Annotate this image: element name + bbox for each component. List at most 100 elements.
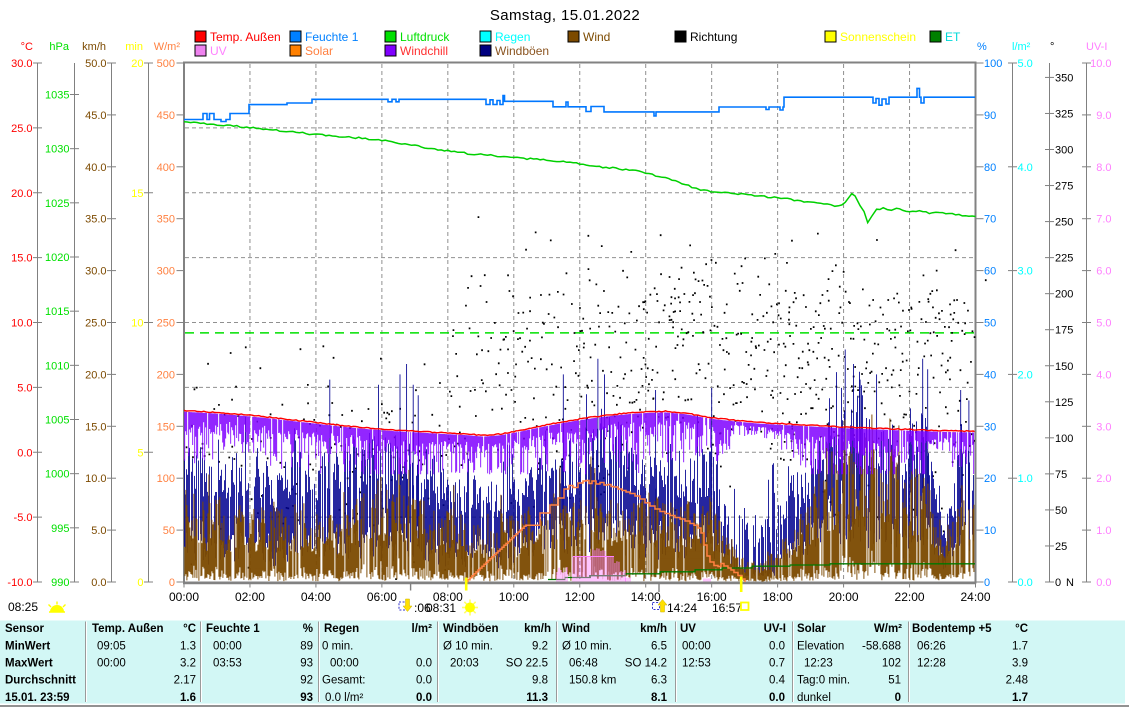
- svg-text:6.0: 6.0: [1096, 266, 1111, 278]
- svg-text:990: 990: [51, 577, 69, 589]
- svg-text:km/h: km/h: [640, 623, 667, 635]
- svg-text:1.3: 1.3: [180, 641, 196, 653]
- svg-text:km/h: km/h: [524, 623, 551, 635]
- svg-text:15.0: 15.0: [11, 253, 32, 265]
- svg-text:80: 80: [984, 162, 996, 174]
- svg-text:Regen: Regen: [324, 623, 359, 635]
- svg-text:0 min.: 0 min.: [322, 641, 353, 653]
- svg-text:8.0: 8.0: [1096, 162, 1111, 174]
- svg-text:Solar: Solar: [797, 623, 826, 635]
- svg-text:50: 50: [984, 318, 996, 330]
- svg-text:-10.0: -10.0: [7, 577, 32, 589]
- svg-text:06:00: 06:00: [367, 590, 397, 604]
- svg-text:06:26: 06:26: [917, 641, 946, 653]
- svg-text:300: 300: [1055, 145, 1073, 157]
- svg-text:100: 100: [157, 473, 175, 485]
- svg-text:93: 93: [300, 658, 313, 670]
- svg-text:10.0: 10.0: [85, 473, 106, 485]
- svg-text:Richtung: Richtung: [690, 30, 737, 44]
- svg-text:10.0: 10.0: [11, 318, 32, 330]
- svg-text:Ø 10 min.: Ø 10 min.: [562, 641, 612, 653]
- svg-text:75: 75: [1055, 469, 1067, 481]
- svg-text:0.0: 0.0: [416, 675, 432, 687]
- svg-text:1020: 1020: [45, 252, 69, 264]
- svg-text:300: 300: [157, 266, 175, 278]
- svg-text:09:05: 09:05: [97, 641, 126, 653]
- svg-text:35.0: 35.0: [85, 214, 106, 226]
- svg-text:0: 0: [984, 577, 990, 589]
- svg-text:30.0: 30.0: [11, 58, 32, 70]
- svg-text:UV-I: UV-I: [764, 623, 786, 635]
- svg-text:°C: °C: [21, 41, 33, 53]
- svg-text:12:00: 12:00: [565, 590, 595, 604]
- svg-text:1035: 1035: [45, 90, 69, 102]
- svg-text:40.0: 40.0: [85, 162, 106, 174]
- svg-text:40: 40: [984, 369, 996, 381]
- svg-text:0: 0: [895, 692, 901, 704]
- svg-text:N: N: [1066, 577, 1074, 589]
- svg-text:20:00: 20:00: [829, 590, 859, 604]
- svg-text:MaxWert: MaxWert: [5, 658, 53, 670]
- svg-text:min: min: [125, 41, 143, 53]
- svg-text:Luftdruck: Luftdruck: [400, 30, 450, 44]
- svg-text:0.0: 0.0: [1018, 577, 1033, 589]
- svg-text:Elevation: Elevation: [797, 641, 844, 653]
- svg-text:90: 90: [984, 110, 996, 122]
- svg-text:8.1: 8.1: [651, 692, 668, 704]
- svg-text:0.0: 0.0: [416, 692, 432, 704]
- svg-text:150: 150: [157, 421, 175, 433]
- svg-text:°C: °C: [1015, 623, 1028, 635]
- svg-text:200: 200: [157, 369, 175, 381]
- svg-text:125: 125: [1055, 397, 1073, 409]
- svg-text:Temp. Außen: Temp. Außen: [210, 30, 281, 44]
- svg-text:5: 5: [137, 447, 143, 459]
- svg-text:03:53: 03:53: [213, 658, 242, 670]
- svg-text:hPa: hPa: [49, 41, 69, 53]
- svg-text:250: 250: [1055, 217, 1073, 229]
- svg-text:12:23: 12:23: [804, 658, 833, 670]
- svg-text:km/h: km/h: [82, 41, 106, 53]
- svg-text:92: 92: [300, 675, 313, 687]
- svg-text:18:00: 18:00: [763, 590, 793, 604]
- svg-text:225: 225: [1055, 253, 1073, 265]
- svg-text:89: 89: [300, 641, 313, 653]
- svg-text:5.0: 5.0: [91, 525, 106, 537]
- svg-text:°: °: [1050, 41, 1054, 53]
- svg-text:1025: 1025: [45, 198, 69, 210]
- svg-text:00:00: 00:00: [213, 641, 242, 653]
- svg-text:MinWert: MinWert: [5, 641, 50, 653]
- svg-text:100: 100: [1055, 433, 1073, 445]
- svg-text:06:48: 06:48: [569, 658, 598, 670]
- svg-text:93: 93: [300, 692, 313, 704]
- svg-text:1000: 1000: [45, 469, 69, 481]
- svg-text:6.3: 6.3: [651, 675, 667, 687]
- svg-text:50.0: 50.0: [85, 58, 106, 70]
- svg-text:7.0: 7.0: [1096, 214, 1111, 226]
- svg-text:1.7: 1.7: [1012, 692, 1028, 704]
- svg-text:Samstag, 15.01.2022: Samstag, 15.01.2022: [490, 7, 640, 24]
- svg-text:175: 175: [1055, 325, 1073, 337]
- svg-text:1005: 1005: [45, 415, 69, 427]
- svg-text:3.0: 3.0: [1096, 421, 1111, 433]
- svg-text:1.0: 1.0: [1096, 525, 1111, 537]
- svg-text:30.0: 30.0: [85, 266, 106, 278]
- svg-text:0: 0: [137, 577, 143, 589]
- svg-text:%: %: [303, 623, 313, 635]
- svg-text:9.2: 9.2: [532, 641, 548, 653]
- svg-text:325: 325: [1055, 108, 1073, 120]
- svg-text:ET: ET: [945, 30, 961, 44]
- svg-text:22:00: 22:00: [895, 590, 925, 604]
- svg-text:1010: 1010: [45, 360, 69, 372]
- svg-text:2.17: 2.17: [174, 675, 196, 687]
- svg-text:30: 30: [984, 421, 996, 433]
- svg-text:10: 10: [984, 525, 996, 537]
- svg-text:14:24: 14:24: [667, 601, 697, 615]
- svg-text:20: 20: [984, 473, 996, 485]
- svg-text:150.8 km: 150.8 km: [569, 675, 616, 687]
- svg-text:Wind: Wind: [583, 30, 610, 44]
- svg-text:W/m²: W/m²: [874, 623, 902, 635]
- svg-text:450: 450: [157, 110, 175, 122]
- svg-text:2.0: 2.0: [1018, 369, 1033, 381]
- svg-text:50: 50: [1055, 505, 1067, 517]
- svg-text:dunkel: dunkel: [797, 692, 831, 704]
